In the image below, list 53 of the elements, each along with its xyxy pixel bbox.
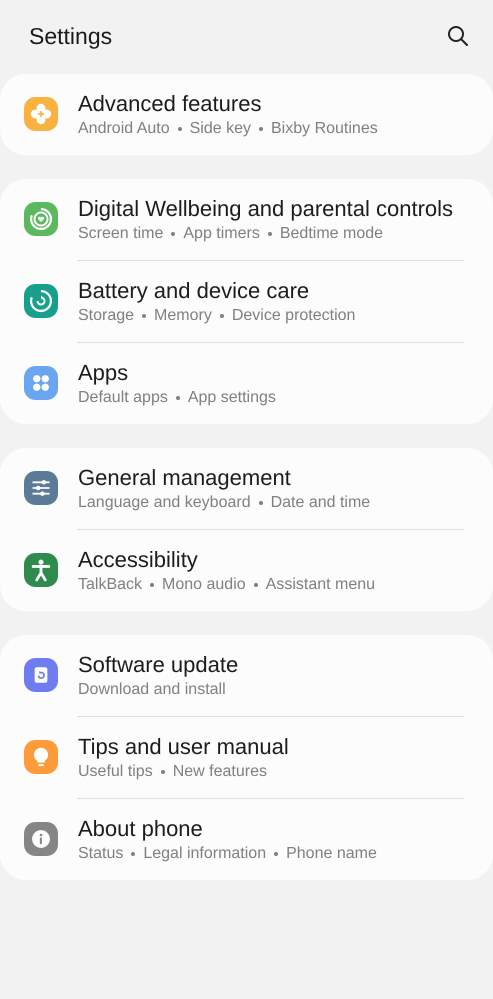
setting-detail: Useful tips [78, 763, 153, 781]
separator-dot [176, 396, 180, 400]
setting-detail: Storage [78, 307, 134, 325]
separator-dot [131, 852, 136, 856]
setting-detail: Legal information [143, 845, 266, 863]
separator-dot [220, 314, 224, 318]
flower-icon[interactable] [24, 97, 58, 131]
update-icon[interactable] [24, 658, 58, 692]
setting-title[interactable]: Software update [78, 651, 238, 678]
setting-detail: TalkBack [78, 576, 142, 594]
setting-detail: Status [78, 845, 124, 863]
setting-detail: New features [172, 763, 267, 781]
separator-dot [178, 127, 182, 131]
setting-detail: Default apps [78, 389, 168, 407]
info-icon[interactable] [24, 822, 58, 856]
search-icon[interactable] [445, 23, 471, 49]
setting-title[interactable]: Apps [78, 359, 276, 386]
setting-detail: Bixby Routines [271, 120, 378, 138]
setting-title[interactable]: Digital Wellbeing and parental controls [78, 195, 454, 222]
sliders-icon[interactable] [24, 471, 58, 505]
separator-dot [258, 501, 263, 505]
setting-detail: Memory [154, 307, 212, 325]
person-icon[interactable] [24, 553, 58, 587]
separator-dot [274, 852, 278, 856]
setting-detail: Side key [190, 120, 251, 138]
setting-detail: Device protection [232, 307, 356, 325]
setting-detail: App settings [188, 389, 276, 407]
setting-detail: Android Auto [78, 120, 170, 138]
setting-detail: Screen time [78, 225, 164, 243]
setting-detail: Bedtime mode [280, 225, 384, 243]
separator-dot [160, 770, 165, 774]
setting-detail: Mono audio [162, 576, 246, 594]
setting-detail: Language and keyboard [78, 494, 251, 512]
separator-dot [150, 583, 154, 587]
separator-dot [268, 232, 272, 236]
setting-title[interactable]: Advanced features [78, 90, 378, 117]
setting-title[interactable]: Tips and user manual [78, 733, 289, 760]
setting-title[interactable]: Accessibility [78, 546, 376, 573]
setting-detail: Date and time [270, 494, 370, 512]
separator-dot [142, 314, 146, 318]
setting-title[interactable]: About phone [78, 815, 377, 842]
setting-detail: App timers [183, 225, 260, 243]
bulb-icon[interactable] [24, 740, 58, 774]
setting-title[interactable]: General management [78, 464, 370, 491]
separator-dot [259, 127, 263, 131]
grid-icon[interactable] [24, 366, 58, 400]
page-title: Settings [29, 22, 112, 50]
setting-title[interactable]: Battery and device care [78, 277, 356, 304]
setting-detail: Assistant menu [266, 576, 376, 594]
setting-detail: Phone name [286, 845, 377, 863]
separator-dot [171, 232, 176, 236]
separator-dot [254, 583, 258, 587]
setting-detail: Download and install [78, 681, 226, 699]
